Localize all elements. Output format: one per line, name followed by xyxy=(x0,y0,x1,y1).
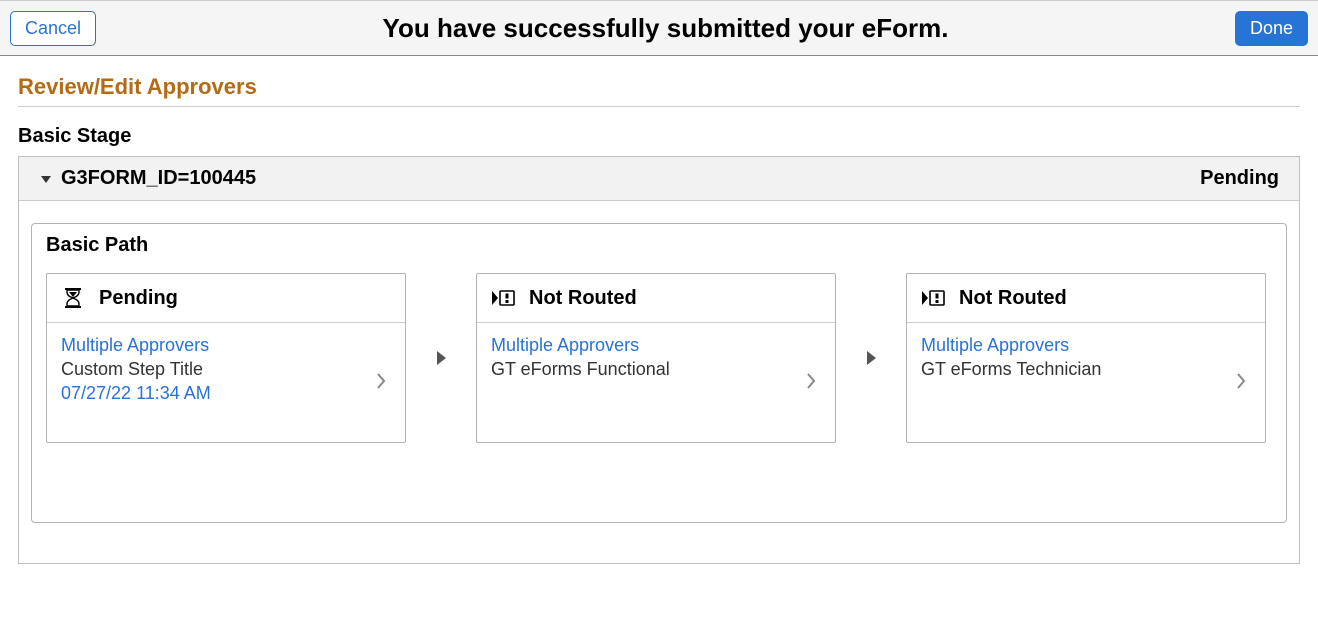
done-button[interactable]: Done xyxy=(1235,11,1308,46)
step-status-label: Pending xyxy=(99,287,178,310)
step-timestamp: 07/27/22 11:34 AM xyxy=(61,381,371,405)
hourglass-icon xyxy=(61,286,85,310)
chevron-right-icon xyxy=(371,371,391,391)
content-area: Review/Edit Approvers Basic Stage G3FORM… xyxy=(0,56,1318,582)
stage-header[interactable]: G3FORM_ID=100445 Pending xyxy=(19,157,1299,201)
steps-row: Pending Multiple Approvers Custom Step T… xyxy=(46,273,1272,443)
approval-step-card[interactable]: Not Routed Multiple Approvers GT eForms … xyxy=(906,273,1266,443)
cancel-button[interactable]: Cancel xyxy=(10,11,96,46)
collapse-triangle-icon[interactable] xyxy=(39,172,53,186)
not-routed-icon xyxy=(921,286,945,310)
step-subtitle: GT eForms Functional xyxy=(491,357,801,381)
step-subtitle: GT eForms Technician xyxy=(921,357,1231,381)
not-routed-icon xyxy=(491,286,515,310)
approvers-link[interactable]: Multiple Approvers xyxy=(491,333,801,357)
chevron-right-icon xyxy=(1231,371,1251,391)
path-container: Basic Path xyxy=(19,201,1299,563)
approval-step-card[interactable]: Not Routed Multiple Approvers GT eForms … xyxy=(476,273,836,443)
step-connector-icon xyxy=(836,273,906,443)
stage-title: Basic Stage xyxy=(18,125,1300,148)
stage-id-label: G3FORM_ID=100445 xyxy=(61,167,256,190)
chevron-right-icon xyxy=(801,371,821,391)
path-title: Basic Path xyxy=(46,234,1272,257)
header-bar: Cancel You have successfully submitted y… xyxy=(0,0,1318,56)
approval-step-card[interactable]: Pending Multiple Approvers Custom Step T… xyxy=(46,273,406,443)
step-status-label: Not Routed xyxy=(959,287,1067,310)
step-subtitle: Custom Step Title xyxy=(61,357,371,381)
stage-status: Pending xyxy=(1200,167,1279,190)
step-connector-icon xyxy=(406,273,476,443)
stage-box: G3FORM_ID=100445 Pending Basic Path xyxy=(18,156,1300,564)
approvers-link[interactable]: Multiple Approvers xyxy=(61,333,371,357)
approvers-link[interactable]: Multiple Approvers xyxy=(921,333,1231,357)
path-box: Basic Path xyxy=(31,223,1287,523)
step-status-label: Not Routed xyxy=(529,287,637,310)
section-title: Review/Edit Approvers xyxy=(18,74,1300,107)
page-title: You have successfully submitted your eFo… xyxy=(96,13,1235,44)
